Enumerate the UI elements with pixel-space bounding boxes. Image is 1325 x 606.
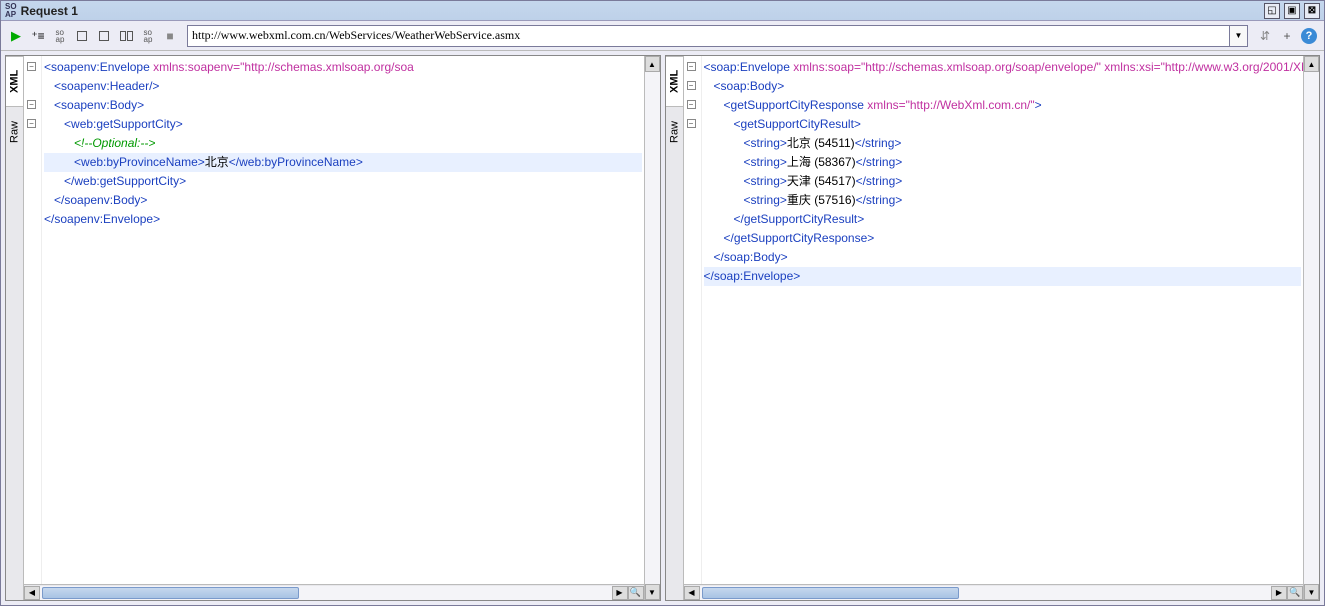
window-title: Request 1 <box>21 4 1264 18</box>
vscroll-down-button[interactable]: ▼ <box>645 584 660 600</box>
run-button[interactable]: ▶ <box>7 27 25 45</box>
response-code: <soap:Envelope xmlns:soap="http://schema… <box>684 56 1304 288</box>
hscroll-right-button[interactable]: ▶ <box>1271 586 1287 600</box>
hscroll-left-button[interactable]: ◀ <box>684 586 700 600</box>
vscroll-track[interactable] <box>1304 72 1319 584</box>
search-corner-button[interactable]: 🔍 <box>628 586 644 600</box>
vscroll-track[interactable] <box>645 72 660 584</box>
toolbar-right: ⇵ + ? <box>1256 27 1318 45</box>
request-editor[interactable]: − − − <soapenv:Envelope xmlns:soapenv="htt… <box>24 56 644 584</box>
search-corner-button[interactable]: 🔍 <box>1287 586 1303 600</box>
soap-icon: SOAP <box>5 3 17 19</box>
url-dropdown-button[interactable]: ▼ <box>1230 25 1248 47</box>
fold-toggle[interactable]: − <box>687 119 696 128</box>
filter-button[interactable]: ⇵ <box>1256 27 1274 45</box>
request-vscroll[interactable]: ▲ ▼ <box>644 56 660 600</box>
request-window: SOAP Request 1 ◱ ▣ ⊠ ▶ ⁺≡ soap soap ■ ▼ … <box>0 0 1325 606</box>
hscroll-track[interactable] <box>40 586 612 600</box>
minimize-button[interactable]: ◱ <box>1264 3 1280 19</box>
request-code: <soapenv:Envelope xmlns:soapenv="http://… <box>24 56 644 231</box>
url-combo: ▼ <box>187 25 1248 47</box>
url-input[interactable] <box>187 25 1230 47</box>
dual-pane-button[interactable] <box>117 27 135 45</box>
soap-att-button[interactable]: soap <box>51 27 69 45</box>
response-gutter: − − − − <box>684 56 702 584</box>
add-button[interactable]: + <box>1278 27 1296 45</box>
fold-toggle[interactable]: − <box>687 81 696 90</box>
fold-toggle[interactable]: − <box>687 100 696 109</box>
hscroll-track[interactable] <box>700 586 1272 600</box>
response-hscroll[interactable]: ◀ ▶ 🔍 <box>684 584 1304 600</box>
request-pane: XML Raw − − − <soapenv:Envelope xmlns:soap… <box>5 55 661 601</box>
request-hscroll[interactable]: ◀ ▶ 🔍 <box>24 584 644 600</box>
close-button[interactable]: ⊠ <box>1304 3 1320 19</box>
response-pane: XML Raw − − − − <soap:Envelope xmlns:soap="… <box>665 55 1321 601</box>
request-side-tabs: XML Raw <box>6 56 24 600</box>
response-editor-wrap: − − − − <soap:Envelope xmlns:soap="http://s… <box>684 56 1304 600</box>
expand-button[interactable] <box>73 27 91 45</box>
hscroll-thumb[interactable] <box>42 587 299 599</box>
response-side-tabs: XML Raw <box>666 56 684 600</box>
vscroll-up-button[interactable]: ▲ <box>645 56 660 72</box>
request-tab-raw[interactable]: Raw <box>6 106 23 156</box>
vscroll-down-button[interactable]: ▼ <box>1304 584 1319 600</box>
square-icon <box>77 31 87 41</box>
response-vscroll[interactable]: ▲ ▼ <box>1303 56 1319 600</box>
response-tab-raw[interactable]: Raw <box>666 106 683 156</box>
request-gutter: − − − <box>24 56 42 584</box>
hscroll-right-button[interactable]: ▶ <box>612 586 628 600</box>
fold-toggle[interactable]: − <box>27 119 36 128</box>
single-pane-button[interactable] <box>95 27 113 45</box>
hscroll-thumb[interactable] <box>702 587 959 599</box>
window-buttons: ◱ ▣ ⊠ <box>1264 3 1320 19</box>
toolbar: ▶ ⁺≡ soap soap ■ ▼ ⇵ + ? <box>1 21 1324 51</box>
hscroll-left-button[interactable]: ◀ <box>24 586 40 600</box>
maximize-button[interactable]: ▣ <box>1284 3 1300 19</box>
response-tab-xml[interactable]: XML <box>666 56 683 106</box>
help-button[interactable]: ? <box>1300 27 1318 45</box>
stop-button[interactable]: ■ <box>161 27 179 45</box>
request-editor-wrap: − − − <soapenv:Envelope xmlns:soapenv="htt… <box>24 56 644 600</box>
request-tab-xml[interactable]: XML <box>6 56 23 106</box>
response-editor[interactable]: − − − − <soap:Envelope xmlns:soap="http://s… <box>684 56 1304 584</box>
titlebar: SOAP Request 1 ◱ ▣ ⊠ <box>1 1 1324 21</box>
fold-toggle[interactable]: − <box>687 62 696 71</box>
dual-icon <box>120 31 133 41</box>
vscroll-up-button[interactable]: ▲ <box>1304 56 1319 72</box>
fold-toggle[interactable]: − <box>27 100 36 109</box>
add-assertion-button[interactable]: ⁺≡ <box>29 27 47 45</box>
help-icon: ? <box>1301 28 1317 44</box>
fold-toggle[interactable]: − <box>27 62 36 71</box>
soap-att2-button[interactable]: soap <box>139 27 157 45</box>
content-area: XML Raw − − − <soapenv:Envelope xmlns:soap… <box>1 51 1324 605</box>
